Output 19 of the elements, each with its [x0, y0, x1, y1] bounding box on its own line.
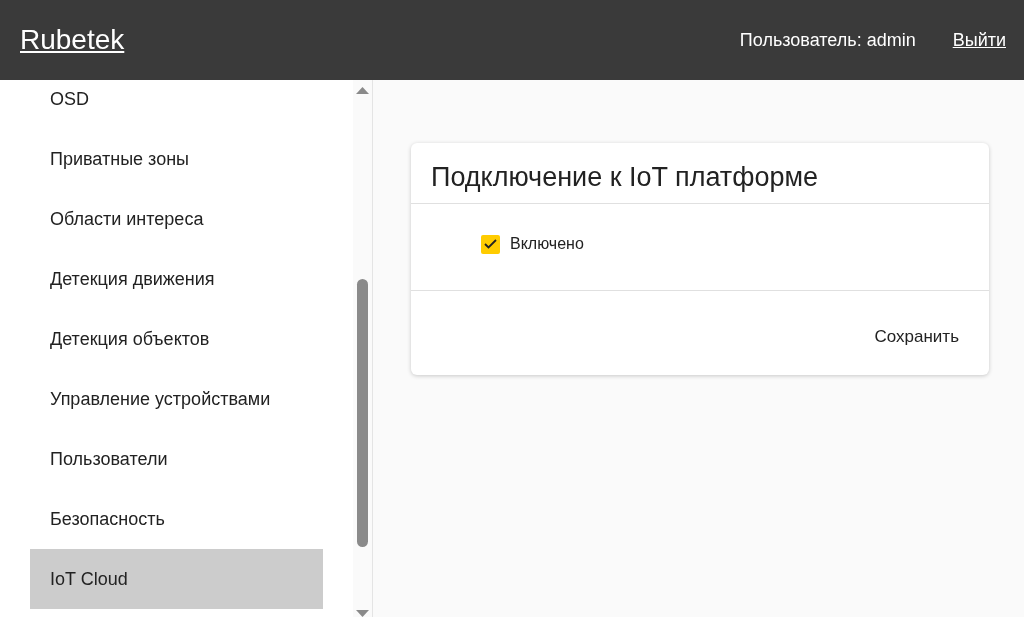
checkbox-label: Включено: [510, 234, 584, 255]
logout-link[interactable]: Выйти: [952, 26, 1006, 54]
sidebar-item[interactable]: Пользователи: [30, 429, 323, 489]
sidebar-item[interactable]: Детекция объектов: [30, 309, 323, 369]
brand-link[interactable]: Rubetek: [20, 19, 125, 61]
sidebar-item[interactable]: Управление устройствами: [30, 369, 323, 429]
sidebar-item[interactable]: Области интереса: [30, 189, 323, 249]
save-button[interactable]: Сохранить: [864, 317, 969, 356]
scroll-down-icon[interactable]: [356, 610, 369, 617]
card-title: Подключение к IoT платформе: [411, 143, 989, 205]
sidebar-item[interactable]: OSD: [30, 80, 323, 129]
sidebar-item[interactable]: Приватные зоны: [30, 129, 323, 189]
sidebar-item[interactable]: IoT Cloud: [30, 549, 323, 609]
enabled-checkbox[interactable]: [481, 234, 500, 254]
sidebar-item[interactable]: Детекция движения: [30, 249, 323, 309]
scrollbar-thumb[interactable]: [357, 279, 368, 547]
sidebar-item[interactable]: Безопасность: [30, 489, 323, 549]
scroll-up-icon[interactable]: [356, 87, 369, 94]
user-label: Пользователь: admin: [739, 28, 916, 52]
